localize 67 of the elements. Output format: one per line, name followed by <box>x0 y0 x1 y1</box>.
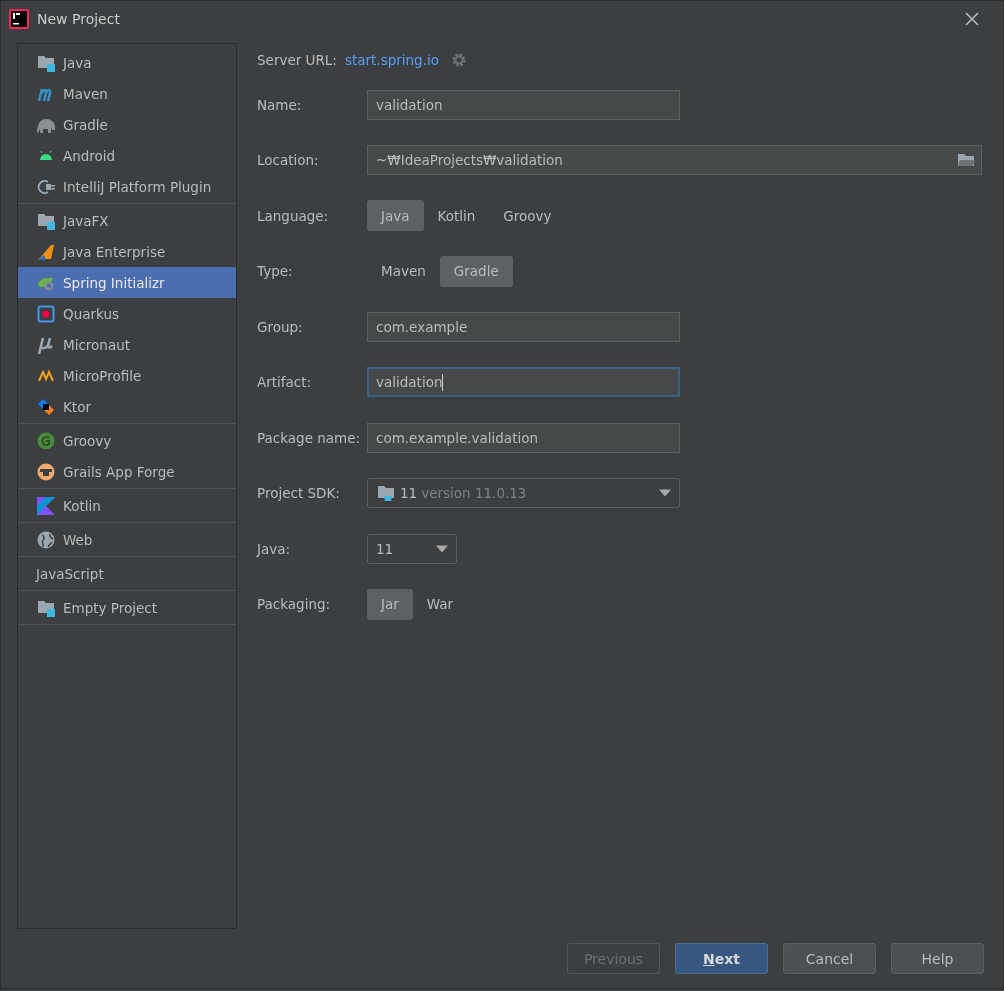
sidebar-item[interactable]: MicroProfile <box>18 360 236 391</box>
field-label: Packaging: <box>257 596 332 613</box>
field-label: Type: <box>257 263 294 280</box>
sidebar-item[interactable]: Maven <box>18 78 236 109</box>
text-field[interactable]: com.example <box>367 311 680 342</box>
field-label: Project SDK: <box>257 485 341 502</box>
field-label: Group: <box>257 318 304 335</box>
plug-icon <box>37 177 55 196</box>
mu-letter-icon <box>37 335 55 354</box>
sidebar-item[interactable]: Grails App Forge <box>18 456 236 487</box>
diamond-icon <box>37 397 55 416</box>
segment-option[interactable]: War <box>412 588 468 620</box>
globe-icon <box>37 530 55 549</box>
text-field[interactable]: validation <box>367 89 680 120</box>
k-logo-icon <box>37 496 55 515</box>
field-label: Name: <box>257 96 303 113</box>
field-label: Java: <box>257 540 292 557</box>
text-field[interactable]: com.example.validation <box>367 422 680 453</box>
java-dropdown[interactable]: 11 <box>367 533 457 564</box>
segment-option[interactable]: Kotlin <box>423 200 490 232</box>
dropdown-arrow-icon <box>659 489 671 498</box>
sidebar-item[interactable]: Gradle <box>18 109 236 140</box>
quarkus-icon <box>37 304 55 323</box>
dialog-button[interactable]: Help <box>891 943 984 974</box>
field-label: Package name: <box>257 429 362 446</box>
sdk-dropdown[interactable]: 11 version 11.0.13 <box>367 478 680 509</box>
sdk-version: version 11.0.13 <box>421 485 527 502</box>
dialog-button[interactable]: Next <box>675 943 768 974</box>
segment-option[interactable]: Gradle <box>439 255 513 287</box>
field-label: Artifact: <box>257 374 313 391</box>
field-label: Location: <box>257 152 320 169</box>
field-label: Language: <box>257 207 330 224</box>
segment-option[interactable]: Java <box>367 200 424 232</box>
sidebar-item[interactable]: JavaFX <box>18 205 236 236</box>
sidebar-item[interactable]: Quarkus <box>18 298 236 329</box>
segment-option[interactable]: Groovy <box>489 200 566 232</box>
sidebar-item[interactable]: Groovy <box>18 425 236 456</box>
server-link[interactable]: start.spring.io <box>344 52 439 68</box>
mask-icon <box>37 462 55 481</box>
folder-cup-icon <box>376 484 396 503</box>
segment-option[interactable]: Jar <box>367 588 413 620</box>
folder-icon <box>37 211 55 230</box>
sidebar-item[interactable]: JavaScript <box>18 558 236 589</box>
sidebar-item[interactable]: IntelliJ Platform Plugin <box>18 171 236 202</box>
sidebar-item[interactable]: Kotlin <box>18 490 236 521</box>
folder-icon <box>37 53 55 72</box>
folder-icon <box>37 598 55 617</box>
sidebar-item[interactable]: Web <box>18 524 236 555</box>
app-logo-icon <box>9 9 29 29</box>
sidebar-item[interactable]: Empty Project <box>18 592 236 623</box>
sidebar-item[interactable]: Java <box>18 47 236 78</box>
sidebar-item[interactable]: Java Enterprise <box>18 236 236 267</box>
sidebar-item[interactable]: Android <box>18 140 236 171</box>
path-field[interactable]: ~₩IdeaProjects₩validation <box>367 145 982 176</box>
field-label: Server URL: <box>257 52 337 68</box>
dropdown-arrow-icon <box>436 544 448 553</box>
text-field[interactable]: validation <box>367 367 680 398</box>
sidebar-item[interactable]: Spring Initializr <box>18 267 236 298</box>
dialog-button[interactable]: Cancel <box>783 943 876 974</box>
sidebar-item[interactable]: Micronaut <box>18 329 236 360</box>
g-circle-icon <box>37 431 55 450</box>
flame-icon <box>37 242 55 261</box>
sdk-name: 11 <box>400 485 418 502</box>
folder-icon <box>957 152 975 169</box>
segment-option[interactable]: Maven <box>367 255 440 287</box>
window-title: New Project <box>37 11 121 27</box>
sidebar-item[interactable]: Ktor <box>18 391 236 422</box>
